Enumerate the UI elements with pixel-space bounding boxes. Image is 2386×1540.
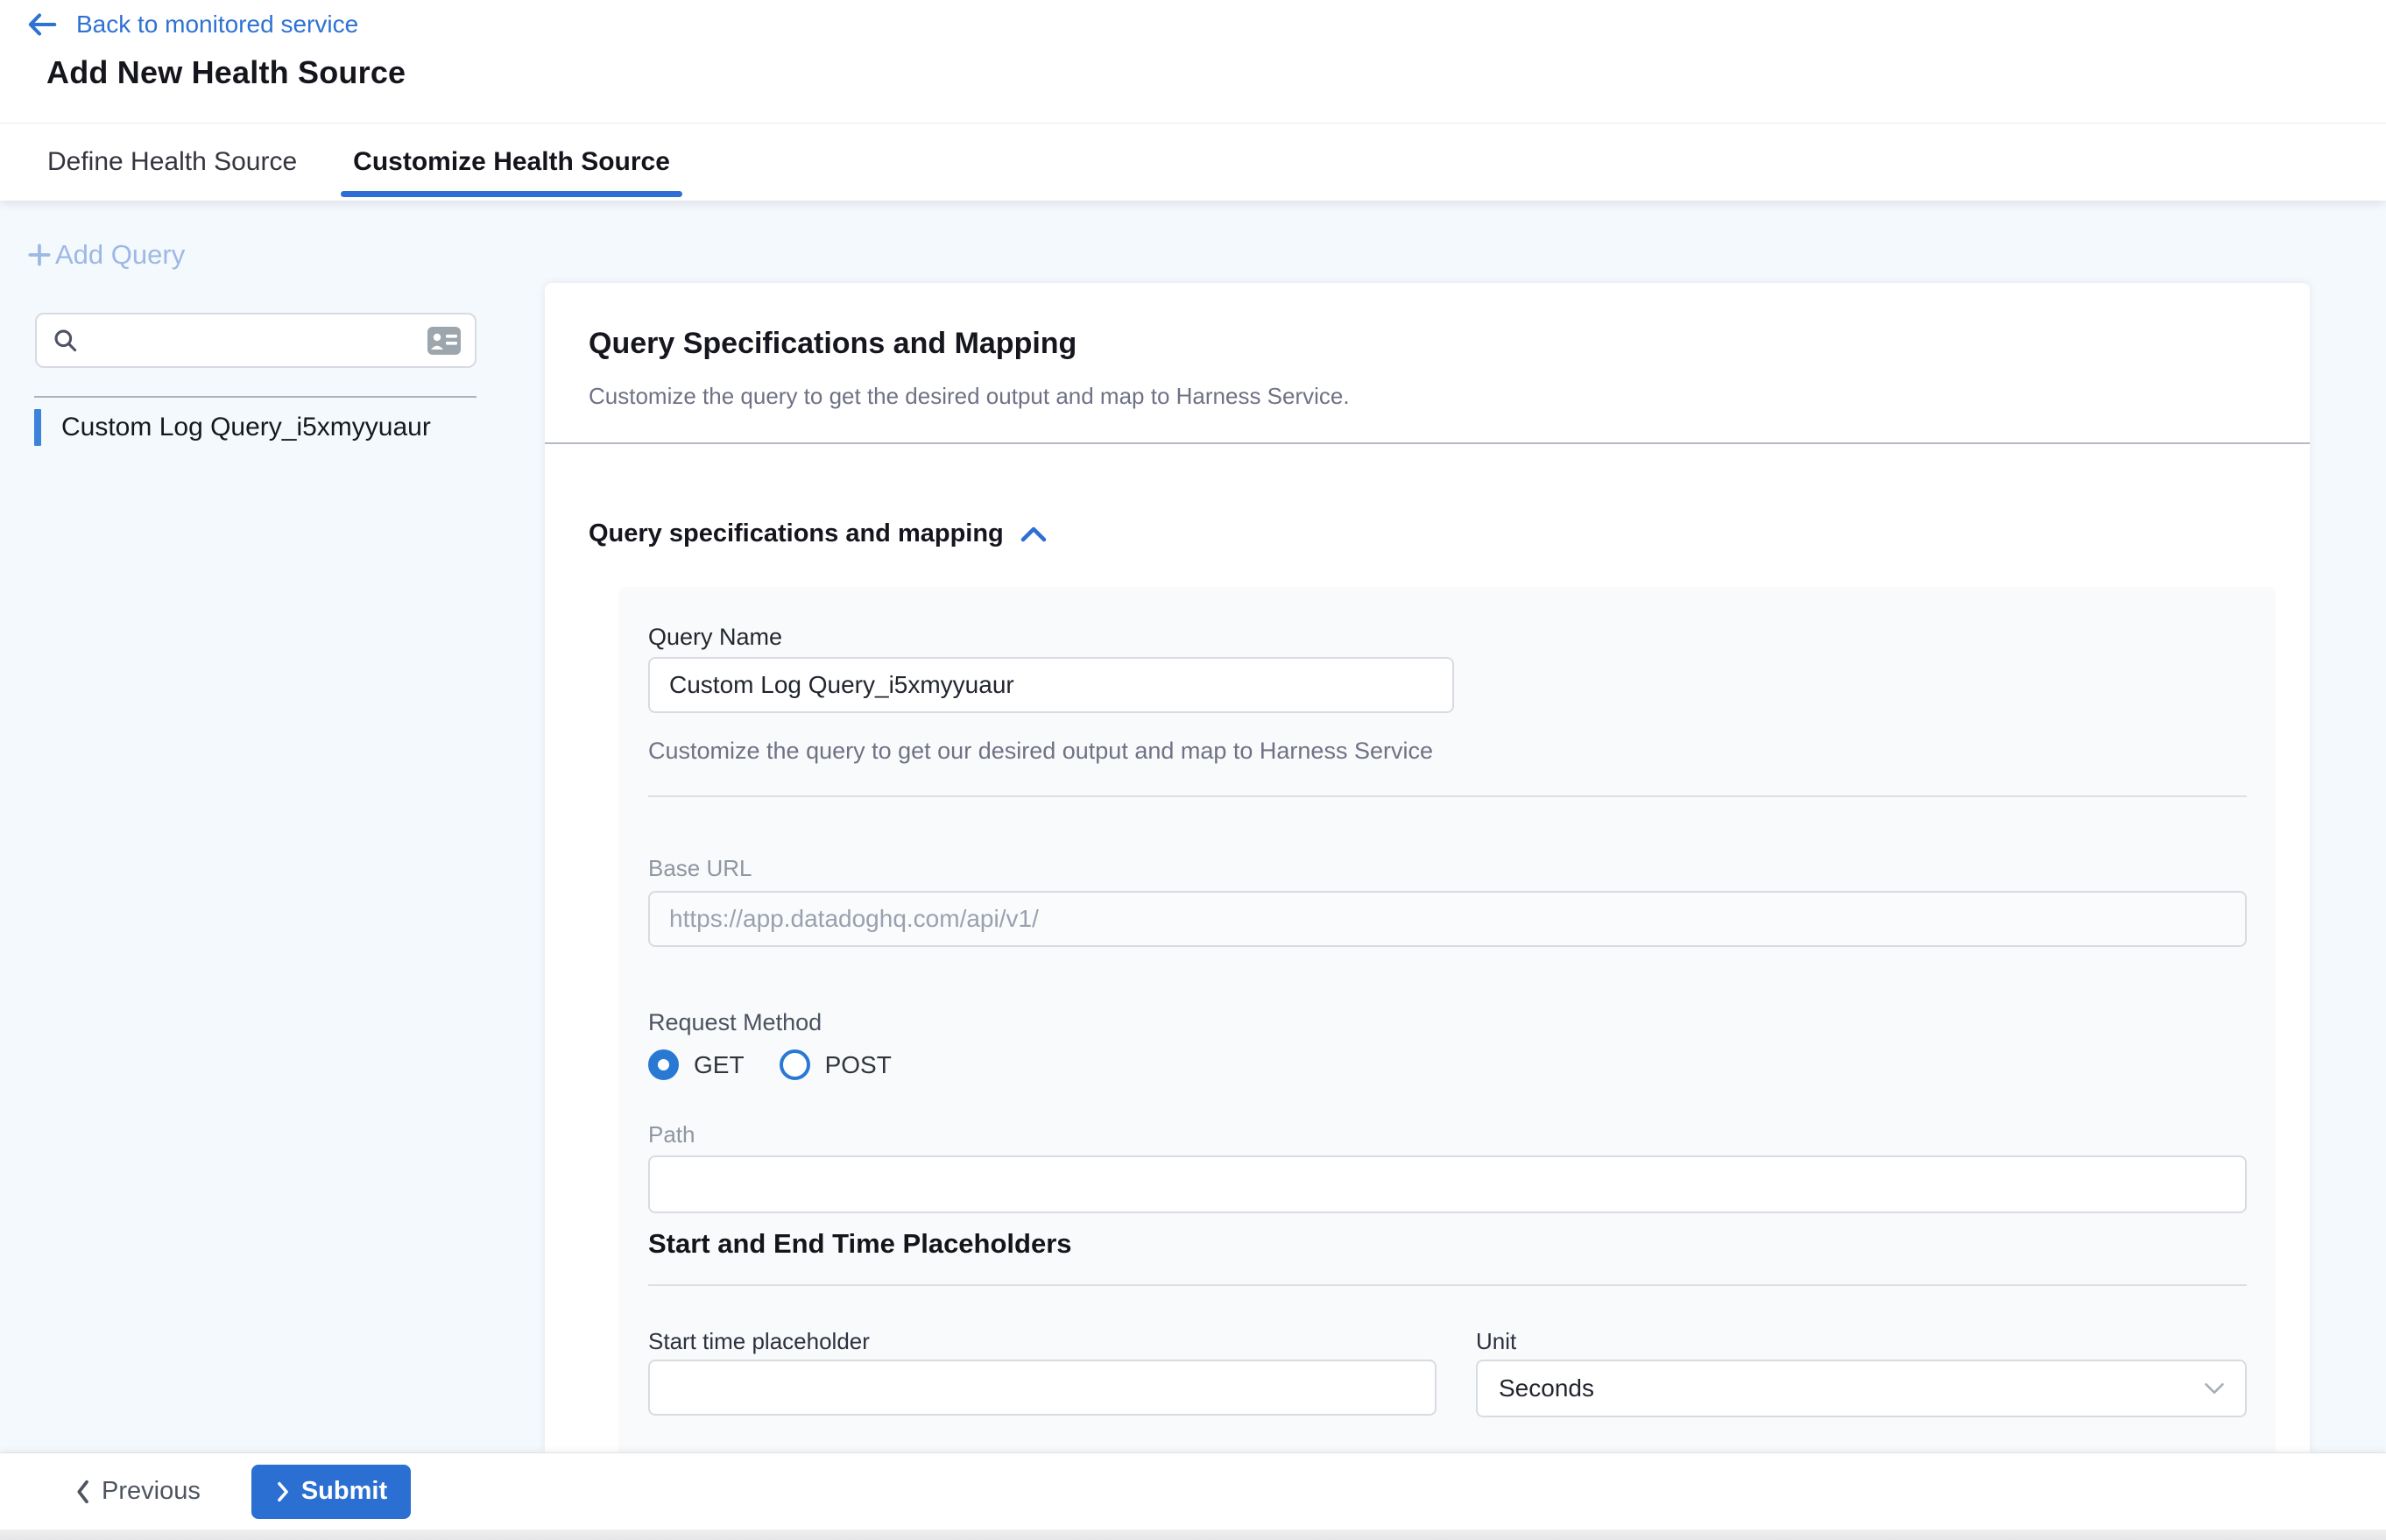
back-link[interactable]: Back to monitored service xyxy=(26,11,358,39)
unit-select-value: Seconds xyxy=(1499,1374,1594,1402)
chevron-up-icon xyxy=(1020,525,1048,544)
chevron-left-icon xyxy=(74,1479,91,1505)
chevron-right-icon xyxy=(275,1480,291,1504)
add-query-button[interactable]: Add Query xyxy=(25,239,185,271)
bottom-edge-strip xyxy=(0,1529,2386,1540)
previous-button[interactable]: Previous xyxy=(74,1477,201,1506)
previous-button-label: Previous xyxy=(102,1477,201,1506)
query-search-box xyxy=(35,313,476,368)
search-icon xyxy=(52,327,80,355)
tab-customize-health-source[interactable]: Customize Health Source xyxy=(341,124,682,201)
radio-get-label: GET xyxy=(694,1051,745,1079)
query-name-helper-text: Customize the query to get our desired o… xyxy=(648,738,1433,765)
card-heading: Query Specifications and Mapping xyxy=(589,327,1077,361)
card-subheading: Customize the query to get the desired o… xyxy=(589,383,1350,410)
tab-bar: Define Health Source Customize Health So… xyxy=(0,124,2386,201)
base-url-input[interactable] xyxy=(648,891,2247,947)
chevron-down-icon xyxy=(2203,1381,2226,1396)
add-query-label: Add Query xyxy=(55,239,185,271)
back-link-label: Back to monitored service xyxy=(76,11,358,39)
unit-select[interactable]: Seconds xyxy=(1476,1360,2247,1417)
query-name-label: Query Name xyxy=(648,624,782,651)
request-method-label: Request Method xyxy=(648,1009,822,1036)
card-view-icon[interactable] xyxy=(427,326,462,356)
submit-button-label: Submit xyxy=(301,1477,387,1506)
radio-post-unselected-icon xyxy=(780,1049,810,1080)
arrow-left-icon xyxy=(26,11,58,38)
base-url-label: Base URL xyxy=(648,855,752,882)
section-header: Query specifications and mapping xyxy=(589,519,1048,548)
form-divider-2 xyxy=(648,1284,2247,1286)
page-title: Add New Health Source xyxy=(46,54,406,91)
submit-button[interactable]: Submit xyxy=(251,1465,411,1519)
unit-label: Unit xyxy=(1476,1328,1516,1355)
start-time-label: Start time placeholder xyxy=(648,1328,870,1355)
query-list-item-label: Custom Log Query_i5xmyyuaur xyxy=(61,413,431,442)
query-form-panel: Query Name Customize the query to get ou… xyxy=(618,587,2276,1452)
radio-option-post[interactable]: POST xyxy=(780,1049,892,1080)
query-list-item[interactable]: Custom Log Query_i5xmyyuaur xyxy=(34,406,507,449)
query-name-input[interactable] xyxy=(648,657,1454,713)
path-input[interactable] xyxy=(648,1155,2247,1213)
radio-post-label: POST xyxy=(825,1051,892,1079)
section-title: Query specifications and mapping xyxy=(589,519,1004,548)
radio-option-get[interactable]: GET xyxy=(648,1049,745,1080)
page-header: Back to monitored service Add New Health… xyxy=(0,0,2386,124)
collapse-section-button[interactable] xyxy=(1020,525,1048,544)
query-spec-card: Query Specifications and Mapping Customi… xyxy=(545,283,2310,1452)
content-area: Add Query Custom Log Query_i5xmyyuaur Qu… xyxy=(0,201,2386,1452)
selected-indicator-bar xyxy=(34,409,41,446)
footer-bar: Previous Submit xyxy=(0,1452,2386,1529)
request-method-radio-group: GET POST xyxy=(648,1049,892,1080)
plus-icon xyxy=(25,241,53,269)
card-divider xyxy=(545,442,2310,444)
placeholders-heading: Start and End Time Placeholders xyxy=(648,1228,1072,1260)
radio-get-selected-icon xyxy=(648,1049,679,1080)
start-time-input[interactable] xyxy=(648,1360,1437,1416)
path-label: Path xyxy=(648,1121,695,1148)
form-divider-1 xyxy=(648,795,2247,797)
sidebar-divider xyxy=(34,396,476,398)
search-input[interactable] xyxy=(92,327,427,355)
tab-define-health-source[interactable]: Define Health Source xyxy=(35,124,309,201)
